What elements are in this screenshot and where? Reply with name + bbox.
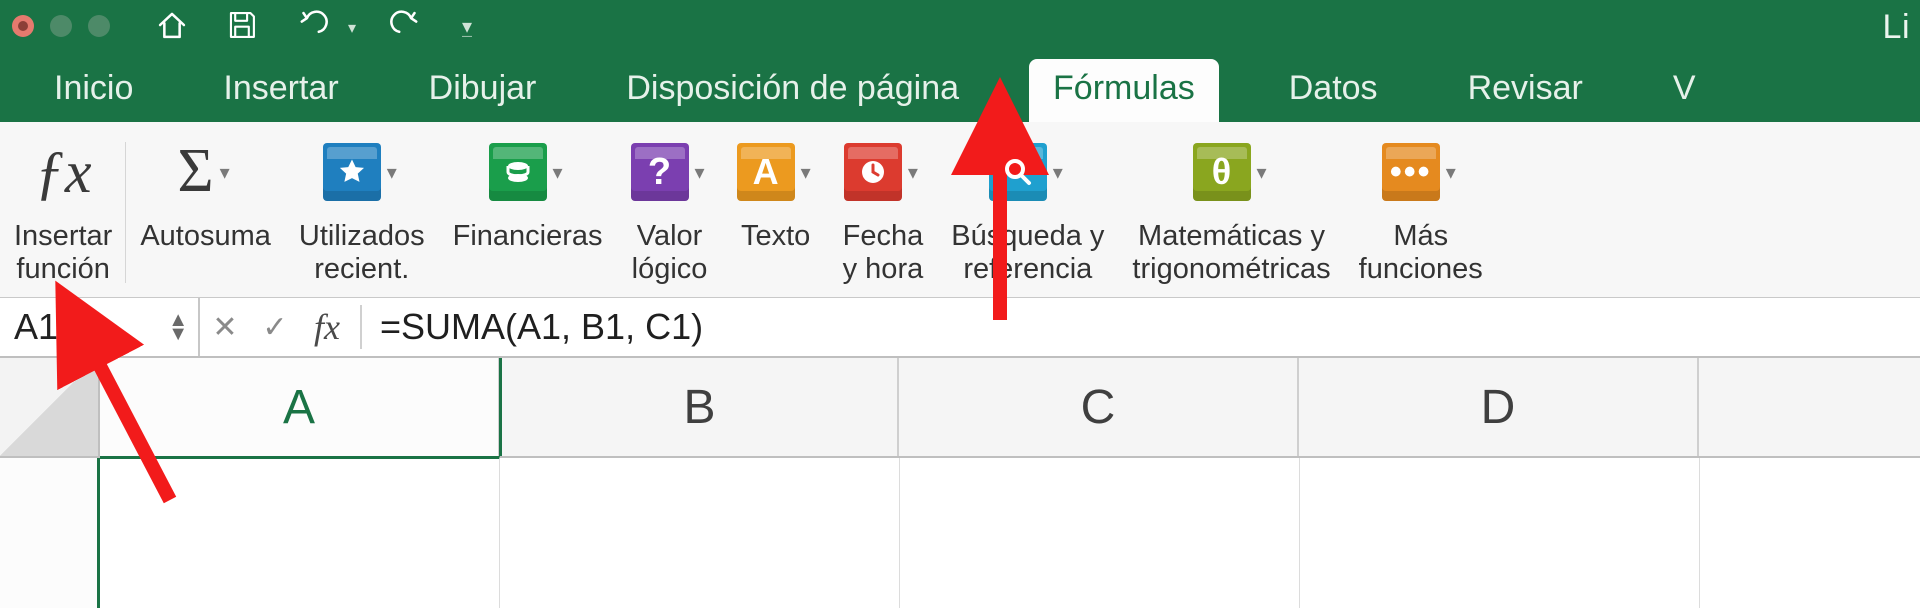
label-lookup: Búsqueda y referencia xyxy=(951,220,1104,287)
question-icon: ? xyxy=(631,143,689,201)
tab-revisar[interactable]: Revisar xyxy=(1448,59,1603,122)
title-fragment: Li xyxy=(1883,8,1910,47)
label-math: Matemáticas y trigonométricas xyxy=(1132,220,1330,287)
group-autosum[interactable]: Σ ▾ Autosuma xyxy=(126,132,285,297)
row-header-1[interactable] xyxy=(0,458,100,608)
group-recent[interactable]: ▾ Utilizados recient. xyxy=(285,132,439,297)
group-text[interactable]: A ▾ Texto xyxy=(723,132,829,297)
label-text: Texto xyxy=(741,220,810,253)
label-financial: Financieras xyxy=(453,220,603,253)
cancel-formula-button[interactable]: ✕ xyxy=(200,310,250,345)
cell-c1[interactable] xyxy=(900,458,1300,608)
dropdown-icon[interactable]: ▾ xyxy=(383,160,401,185)
dropdown-icon[interactable]: ▾ xyxy=(797,160,815,185)
dropdown-icon[interactable]: ▾ xyxy=(549,160,567,185)
titlebar: ▾ ▾— Li xyxy=(0,0,1920,50)
dropdown-icon[interactable]: ▾ xyxy=(1049,160,1067,185)
tab-formulas[interactable]: Fórmulas xyxy=(1029,59,1219,122)
theta-icon: θ xyxy=(1193,143,1251,201)
tab-dibujar[interactable]: Dibujar xyxy=(409,59,557,122)
column-header-e[interactable] xyxy=(1699,358,1920,456)
clock-icon xyxy=(844,143,902,201)
tab-vista[interactable]: V xyxy=(1653,59,1696,122)
sigma-icon: Σ xyxy=(178,144,214,200)
group-lookup[interactable]: ▾ Búsqueda y referencia xyxy=(937,132,1118,297)
group-date[interactable]: ▾ Fecha y hora xyxy=(829,132,938,297)
redo-button[interactable] xyxy=(386,5,426,45)
tab-disposicion[interactable]: Disposición de página xyxy=(606,59,979,122)
save-button[interactable] xyxy=(222,5,262,45)
label-recent: Utilizados recient. xyxy=(299,220,425,287)
undo-dropdown-icon[interactable]: ▾ xyxy=(348,18,356,38)
home-button[interactable] xyxy=(152,5,192,45)
ribbon-tabs: Inicio Insertar Dibujar Disposición de p… xyxy=(0,50,1920,122)
cell-d1[interactable] xyxy=(1300,458,1700,608)
fx-icon: ƒx xyxy=(35,145,92,199)
select-all-corner[interactable] xyxy=(0,358,100,456)
search-icon xyxy=(989,143,1047,201)
dropdown-icon[interactable]: ▾ xyxy=(216,160,234,185)
formula-input[interactable] xyxy=(368,306,1920,348)
group-more[interactable]: ••• ▾ Más funciones xyxy=(1345,132,1497,297)
home-icon xyxy=(155,8,189,42)
cell-a1[interactable] xyxy=(100,456,500,608)
dropdown-icon[interactable]: ▾ xyxy=(691,160,709,185)
dropdown-icon[interactable]: ▾ xyxy=(904,160,922,185)
label-more: Más funciones xyxy=(1359,220,1483,287)
redo-icon xyxy=(389,8,423,42)
minimize-window-button[interactable] xyxy=(50,15,72,37)
column-header-a[interactable]: A xyxy=(100,358,500,456)
dropdown-icon[interactable]: ▾ xyxy=(1442,160,1460,185)
divider xyxy=(360,305,362,349)
column-header-c[interactable]: C xyxy=(899,358,1299,456)
cells-strip xyxy=(0,458,1920,608)
window-controls xyxy=(12,15,110,37)
column-header-b[interactable]: B xyxy=(499,358,899,456)
group-logical[interactable]: ? ▾ Valor lógico xyxy=(617,132,723,297)
label-insert-function: Insertar función xyxy=(14,220,112,287)
tab-datos[interactable]: Datos xyxy=(1269,59,1398,122)
label-logical: Valor lógico xyxy=(632,220,708,287)
dropdown-icon[interactable]: ▾ xyxy=(1253,160,1271,185)
name-box[interactable]: A1 ▲▼ xyxy=(0,298,200,356)
formula-bar: A1 ▲▼ ✕ ✓ fx xyxy=(0,298,1920,358)
tab-insertar[interactable]: Insertar xyxy=(203,59,358,122)
column-header-d[interactable]: D xyxy=(1299,358,1699,456)
text-icon: A xyxy=(737,143,795,201)
customize-qat-icon[interactable]: ▾— xyxy=(462,14,472,42)
label-date: Fecha y hora xyxy=(843,220,924,287)
tab-inicio[interactable]: Inicio xyxy=(34,59,153,122)
column-headers: A B C D xyxy=(0,358,1920,458)
quick-access-toolbar: ▾ ▾— xyxy=(152,5,472,45)
undo-icon xyxy=(295,8,329,42)
accept-formula-button[interactable]: ✓ xyxy=(250,310,300,345)
cell-reference: A1 xyxy=(14,306,58,348)
coins-icon xyxy=(489,143,547,201)
namebox-stepper[interactable]: ▲▼ xyxy=(168,313,188,341)
cell-e1[interactable] xyxy=(1700,458,1920,608)
group-math[interactable]: θ ▾ Matemáticas y trigonométricas xyxy=(1118,132,1344,297)
cell-b1[interactable] xyxy=(500,458,900,608)
undo-button[interactable] xyxy=(292,5,332,45)
ribbon: ƒx Insertar función Σ ▾ Autosuma ▾ Utili… xyxy=(0,122,1920,298)
ellipsis-icon: ••• xyxy=(1382,143,1440,201)
fx-label[interactable]: fx xyxy=(300,306,354,348)
close-window-button[interactable] xyxy=(12,15,34,37)
group-financial[interactable]: ▾ Financieras xyxy=(439,132,617,297)
zoom-window-button[interactable] xyxy=(88,15,110,37)
save-icon xyxy=(225,8,259,42)
group-insert-function[interactable]: ƒx Insertar función xyxy=(0,132,126,297)
star-icon xyxy=(323,143,381,201)
label-autosum: Autosuma xyxy=(140,220,271,253)
